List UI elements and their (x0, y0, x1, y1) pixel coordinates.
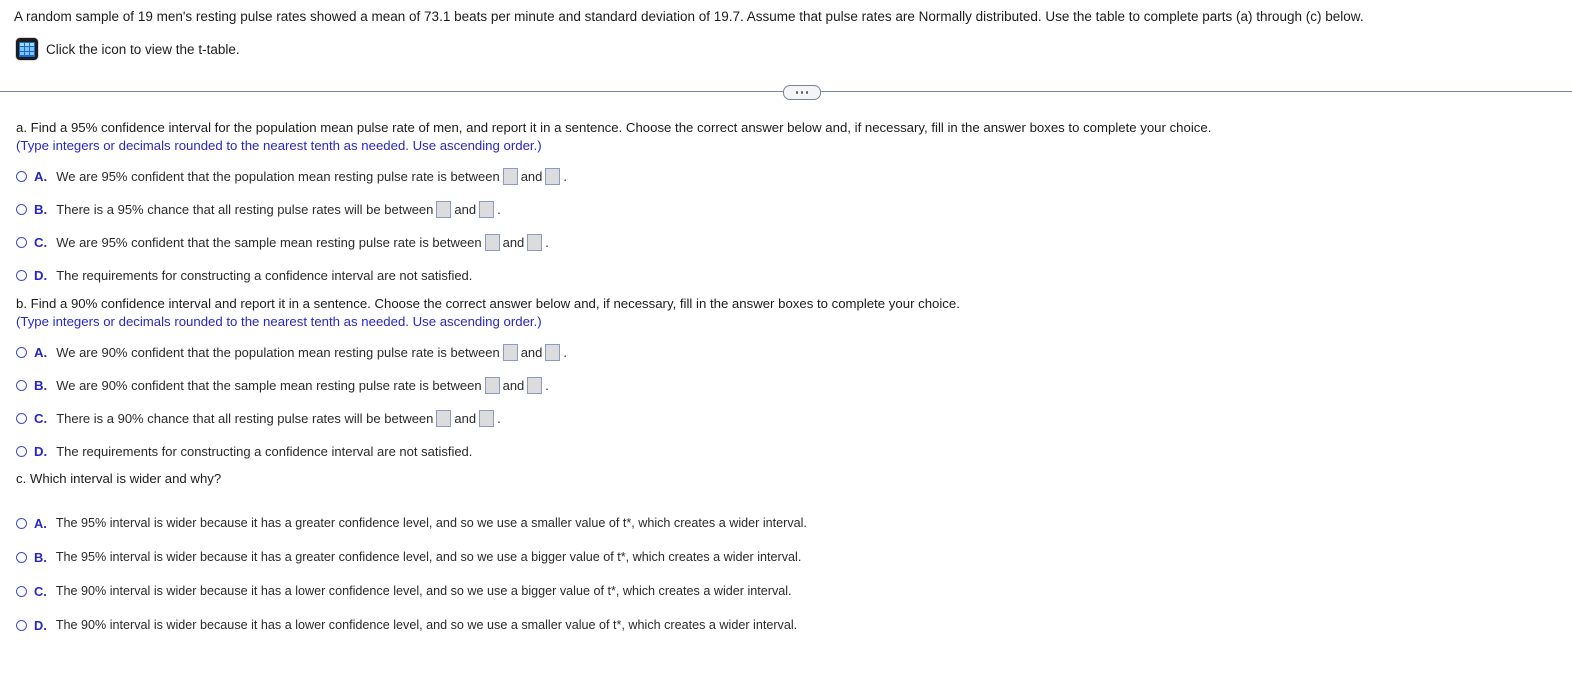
table-icon-grid (19, 41, 35, 57)
answer-box-lower[interactable] (484, 233, 500, 251)
part-a-prompt: a. Find a 95% confidence interval for th… (16, 120, 1212, 135)
option-letter: B. (34, 377, 48, 393)
option-text: There is a 95% chance that all resting p… (56, 201, 434, 217)
table-icon[interactable] (16, 38, 38, 60)
answer-box-lower[interactable] (502, 343, 518, 361)
option-letter: D. (34, 267, 48, 283)
option-b-D[interactable]: D. The requirements for constructing a c… (16, 441, 960, 461)
radio-icon[interactable] (16, 170, 27, 182)
answer-box-upper[interactable] (545, 343, 561, 361)
answer-box-upper[interactable] (479, 409, 495, 427)
option-text-mid: and (454, 201, 477, 217)
option-text-mid: and (520, 344, 543, 360)
option-c-C[interactable]: C. The 90% interval is wider because it … (16, 581, 807, 601)
option-text-post: . (545, 234, 549, 250)
option-text: We are 95% confident that the population… (56, 168, 500, 184)
radio-icon[interactable] (16, 585, 27, 597)
answer-box-upper[interactable] (545, 167, 561, 185)
option-b-A[interactable]: A. We are 90% confident that the populat… (16, 342, 960, 362)
option-letter: C. (34, 234, 48, 250)
option-text-post: . (563, 344, 568, 360)
option-a-D[interactable]: D. The requirements for constructing a c… (16, 265, 1211, 285)
option-c-A[interactable]: A. The 95% interval is wider because it … (16, 513, 807, 533)
option-text-post: . (497, 410, 501, 426)
part-c-options: A. The 95% interval is wider because it … (16, 513, 807, 635)
option-text-mid: and (454, 410, 477, 426)
option-text-mid: and (502, 234, 525, 250)
option-a-C[interactable]: C. We are 95% confident that the sample … (16, 232, 1211, 252)
radio-icon[interactable] (16, 517, 27, 529)
option-text: We are 90% confident that the sample mea… (56, 377, 482, 393)
answer-box-lower[interactable] (436, 200, 452, 218)
option-letter: B. (34, 549, 47, 565)
option-text: There is a 90% chance that all resting p… (56, 410, 434, 426)
part-a: a. Find a 95% confidence interval for th… (16, 119, 1211, 285)
problem-statement: A random sample of 19 men's resting puls… (14, 9, 1364, 24)
part-a-options: A. We are 95% confident that the populat… (16, 166, 1211, 285)
option-letter: D. (34, 617, 47, 633)
option-b-B[interactable]: B. We are 90% confident that the sample … (16, 375, 960, 395)
part-b: b. Find a 90% confidence interval and re… (16, 295, 960, 461)
option-text: The 90% interval is wider because it has… (55, 618, 798, 632)
option-text-mid: and (520, 168, 543, 184)
option-text: The requirements for constructing a conf… (56, 443, 473, 459)
part-c-prompt: c. Which interval is wider and why? (16, 471, 222, 486)
answer-box-lower[interactable] (484, 376, 500, 394)
radio-icon[interactable] (16, 269, 27, 281)
radio-icon[interactable] (16, 379, 27, 391)
option-text-post: . (497, 201, 501, 217)
option-letter: A. (34, 515, 47, 531)
radio-icon[interactable] (16, 236, 27, 248)
radio-icon[interactable] (16, 346, 27, 358)
view-t-table-label: Click the icon to view the t-table. (46, 41, 240, 57)
radio-icon[interactable] (16, 619, 27, 631)
option-letter: A. (34, 344, 48, 360)
radio-icon[interactable] (16, 551, 27, 563)
option-text-post: . (563, 168, 568, 184)
option-text-mid: and (502, 377, 525, 393)
option-text: The 95% interval is wider because it has… (55, 550, 802, 564)
option-b-C[interactable]: C. There is a 90% chance that all restin… (16, 408, 960, 428)
option-a-A[interactable]: A. We are 95% confident that the populat… (16, 166, 1211, 186)
ellipsis-icon[interactable] (783, 85, 821, 100)
option-text-post: . (545, 377, 549, 393)
option-c-B[interactable]: B. The 95% interval is wider because it … (16, 547, 807, 567)
part-b-hint: (Type integers or decimals rounded to th… (16, 314, 542, 329)
option-letter: D. (34, 443, 48, 459)
answer-box-lower[interactable] (502, 167, 518, 185)
radio-icon[interactable] (16, 445, 27, 457)
answer-box-lower[interactable] (436, 409, 452, 427)
option-text: The requirements for constructing a conf… (56, 267, 473, 283)
option-c-D[interactable]: D. The 90% interval is wider because it … (16, 615, 807, 635)
radio-icon[interactable] (16, 412, 27, 424)
option-text: The 95% interval is wider because it has… (55, 516, 807, 530)
answer-box-upper[interactable] (479, 200, 495, 218)
option-letter: A. (34, 168, 48, 184)
option-letter: B. (34, 201, 48, 217)
option-text: We are 95% confident that the sample mea… (56, 234, 482, 250)
view-t-table-link[interactable]: Click the icon to view the t-table. (16, 38, 240, 60)
part-b-options: A. We are 90% confident that the populat… (16, 342, 960, 461)
option-letter: C. (34, 583, 47, 599)
part-b-prompt: b. Find a 90% confidence interval and re… (16, 296, 960, 311)
option-a-B[interactable]: B. There is a 95% chance that all restin… (16, 199, 1211, 219)
part-c: c. Which interval is wider and why? A. T… (16, 470, 807, 649)
part-a-hint: (Type integers or decimals rounded to th… (16, 138, 542, 153)
answer-box-upper[interactable] (527, 376, 543, 394)
option-text: The 90% interval is wider because it has… (55, 584, 792, 598)
option-text: We are 90% confident that the population… (56, 344, 500, 360)
radio-icon[interactable] (16, 203, 27, 215)
option-letter: C. (34, 410, 48, 426)
answer-box-upper[interactable] (527, 233, 543, 251)
